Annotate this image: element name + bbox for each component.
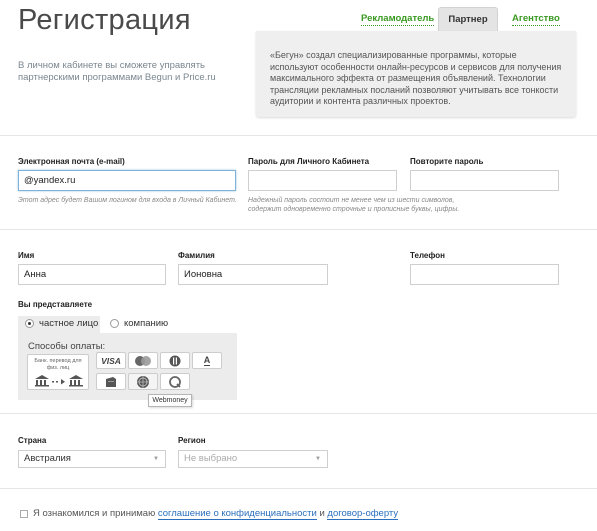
password-field[interactable] <box>248 170 397 191</box>
country-select[interactable]: Австралия ▼ <box>18 450 166 468</box>
bank-transfer-option[interactable]: Банк. перевод для физ. лиц <box>27 354 89 390</box>
webmoney-tooltip: Webmoney <box>148 394 192 407</box>
diners-icon <box>169 355 181 366</box>
qiwi-option[interactable] <box>160 373 190 390</box>
info-box: «Бегун» создал специализированные програ… <box>256 31 576 117</box>
email-label: Электронная почта (e-mail) <box>18 157 125 166</box>
wallet-option[interactable] <box>96 373 126 390</box>
chevron-down-icon: ▼ <box>315 456 321 462</box>
password-label: Пароль для Личного Кабинета <box>248 157 370 166</box>
payment-title: Способы оплаты: <box>28 341 106 352</box>
represent-radio-group: частное лицо компанию <box>18 316 237 333</box>
agreement-prefix: Я ознакомился и принимаю <box>33 508 156 519</box>
radio-company-label: компанию <box>124 318 169 329</box>
alfa-icon: A <box>203 354 211 366</box>
qiwi-icon <box>169 375 181 388</box>
tab-advertiser[interactable]: Рекламодатель <box>361 13 435 26</box>
name-label: Имя <box>18 251 35 260</box>
name-field[interactable]: Анна <box>18 264 166 285</box>
privacy-link[interactable]: соглашение о конфиденциальности <box>157 508 317 520</box>
phone-label: Телефон <box>410 251 445 260</box>
country-label: Страна <box>18 436 47 445</box>
divider <box>0 135 597 136</box>
bank-transfer-label: Банк. перевод для физ. лиц <box>34 358 82 371</box>
email-field[interactable]: @yandex.ru <box>18 170 236 191</box>
divider <box>0 488 597 489</box>
info-text: «Бегун» создал специализированные програ… <box>270 50 562 106</box>
diners-option[interactable] <box>160 352 190 369</box>
radio-individual[interactable]: частное лицо <box>18 316 100 333</box>
visa-label: VISA <box>101 355 121 366</box>
chevron-down-icon: ▼ <box>153 456 159 462</box>
region-select[interactable]: Не выбрано ▼ <box>178 450 328 468</box>
divider <box>0 229 597 230</box>
mastercard-option[interactable] <box>128 352 158 369</box>
agree-checkbox[interactable] <box>20 510 28 518</box>
webmoney-option[interactable] <box>128 373 158 390</box>
tab-agency-label: Агентство <box>512 13 560 26</box>
region-value: Не выбрано <box>184 453 238 464</box>
page-title: Регистрация <box>18 4 191 36</box>
mastercard-icon <box>135 355 151 366</box>
radio-individual-label: частное лицо <box>39 318 99 329</box>
repeat-password-field[interactable] <box>410 170 559 191</box>
agreement-text: Я ознакомился и принимаю соглашение о ко… <box>33 508 399 520</box>
surname-field[interactable]: Ионовна <box>178 264 328 285</box>
email-hint: Этот адрес будет Вашим логином для входа… <box>18 197 237 204</box>
tab-advertiser-label: Рекламодатель <box>361 13 435 26</box>
tab-partner[interactable]: Партнер <box>438 7 498 31</box>
webmoney-icon <box>137 375 149 388</box>
country-value: Австралия <box>24 453 71 464</box>
offer-link[interactable]: договор-оферту <box>327 508 399 520</box>
page-subtitle: В личном кабинете вы сможете управлять п… <box>18 60 216 83</box>
region-label: Регион <box>178 436 206 445</box>
represent-label: Вы представляете <box>18 300 93 309</box>
password-hint: Надежный пароль состоит не менее чем из … <box>248 197 460 213</box>
radio-button-checked[interactable] <box>25 319 34 328</box>
repeat-password-label: Повторите пароль <box>410 157 484 166</box>
radio-company[interactable] <box>110 319 119 328</box>
tab-partner-label: Партнер <box>448 14 488 25</box>
bank-transfer-icon <box>35 375 83 387</box>
visa-option[interactable]: VISA <box>96 352 126 369</box>
alfa-option[interactable]: A <box>192 352 222 369</box>
wallet-icon <box>106 376 116 387</box>
divider <box>0 413 597 414</box>
surname-label: Фамилия <box>178 251 215 260</box>
phone-field[interactable] <box>410 264 559 285</box>
agreement-middle: и <box>319 508 325 519</box>
tab-agency[interactable]: Агентство <box>512 13 560 26</box>
